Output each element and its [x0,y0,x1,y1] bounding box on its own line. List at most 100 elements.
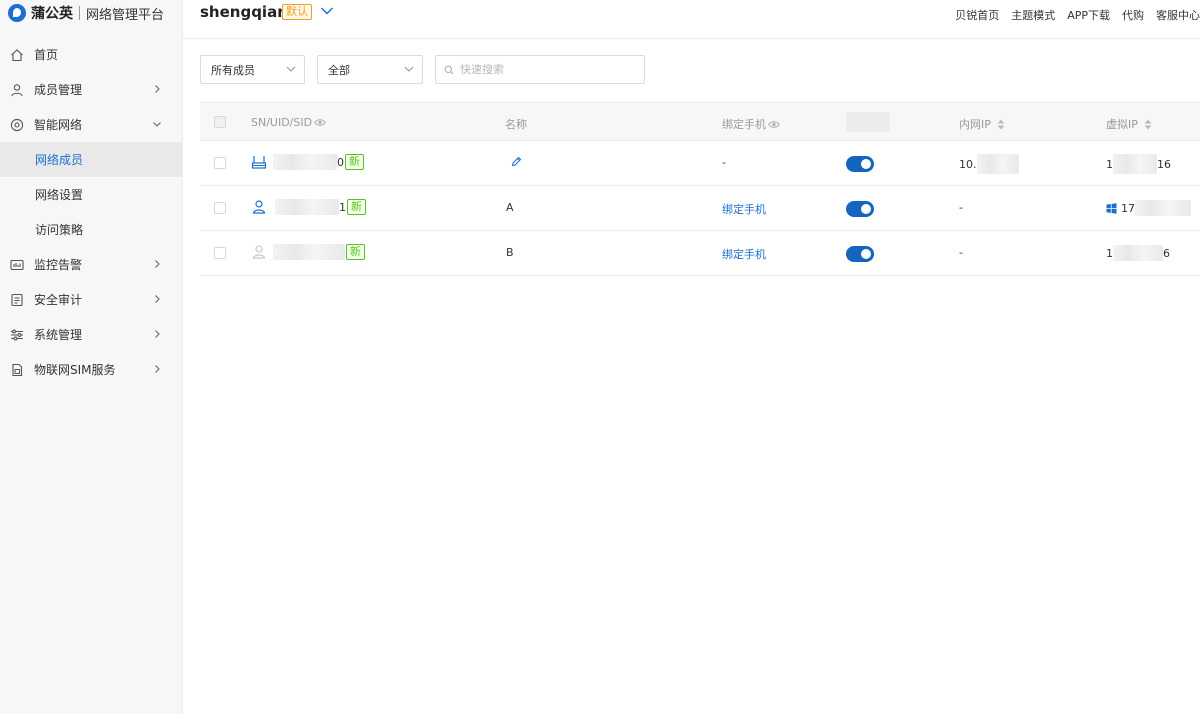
column-header-sn: SN/UID/SID [251,116,326,129]
column-header-label: 内网IP [959,118,991,131]
eye-icon[interactable] [768,120,780,129]
blurred-ip [976,154,1019,174]
sidebar-item-iot-sim[interactable]: 物联网SIM服务 [0,352,182,387]
search-input[interactable] [460,63,640,76]
sidebar-item-home[interactable]: 首页 [0,37,182,72]
chevron-right-icon [155,295,160,303]
cell-phone: - [722,156,726,169]
column-header-phone: 绑定手机 [722,116,780,132]
sidebar: 蒲公英 网络管理平台 首页 成员管理 智能网络 网络成员 网络设置 访问策略 监… [0,0,183,714]
chevron-right-icon [155,365,160,373]
select-all-checkbox[interactable] [214,116,226,128]
user-icon [10,83,24,97]
row-checkbox[interactable] [214,202,226,214]
top-header: shengqian 默认 贝锐首页 主题模式 APP下载 代购 客服中心 [183,0,1200,39]
link-purchase[interactable]: 代购 [1122,7,1144,23]
table-row[interactable]: 新 B 绑定手机 - 1 6 [200,231,1200,276]
eye-icon[interactable] [314,118,326,127]
sim-icon [10,363,24,377]
column-header-virtual-ip[interactable]: 虚拟IP [1106,116,1152,132]
sidebar-item-network-members[interactable]: 网络成员 [0,142,182,177]
sidebar-item-member-management[interactable]: 成员管理 [0,72,182,107]
cell-phone: 绑定手机 [722,201,766,217]
blurred-sn [275,199,339,215]
cell-virtual-ip: 1 6 [1106,245,1170,261]
virtual-ip-prefix: 1 [1106,246,1113,260]
virtual-ip-prefix: 17 [1121,201,1135,215]
link-service-center[interactable]: 客服中心 [1156,7,1200,23]
sidebar-item-system-management[interactable]: 系统管理 [0,317,182,352]
chevron-right-icon [155,260,160,268]
network-name[interactable]: shengqian [200,3,288,21]
search-box [435,55,645,84]
link-oray-home[interactable]: 贝锐首页 [955,7,999,23]
user-offline-icon [252,245,266,259]
blurred-header [846,112,890,132]
virtual-ip-suffix: 16 [1157,157,1171,171]
row-checkbox[interactable] [214,247,226,259]
bind-phone-link[interactable]: 绑定手机 [722,246,766,262]
sort-icon[interactable] [997,119,1005,130]
sn-tail: 0 [337,155,344,169]
member-enable-toggle[interactable] [846,201,874,217]
bind-phone-link[interactable]: 绑定手机 [722,201,766,217]
brand-name: 蒲公英 [31,6,73,22]
monitor-icon [10,258,24,272]
column-header-label: 名称 [505,118,527,131]
edit-pencil-icon[interactable] [511,156,522,167]
column-header-lan-ip[interactable]: 内网IP [959,116,1005,132]
sidebar-item-label: 网络设置 [35,188,84,202]
member-enable-toggle[interactable] [846,156,874,172]
table-row[interactable]: 1 新 A 绑定手机 - 17 [200,186,1200,231]
table-row[interactable]: 0 新 - 10. 1 16 [200,141,1200,186]
lan-ip-value: - [959,246,963,259]
sidebar-item-smart-network[interactable]: 智能网络 [0,107,182,142]
chevron-down-icon [153,122,161,127]
sidebar-item-network-settings[interactable]: 网络设置 [0,177,182,212]
sidebar-item-access-policy[interactable]: 访问策略 [0,212,182,247]
cell-name [511,156,522,167]
brand-subtitle: 网络管理平台 [86,7,165,23]
member-filter-value: 所有成员 [211,63,255,77]
network-switch-chevron-icon[interactable] [320,6,334,16]
chevron-right-icon [155,85,160,93]
blurred-ip [1113,245,1163,261]
brand[interactable]: 蒲公英 网络管理平台 [0,0,182,26]
sidebar-item-label: 首页 [34,48,59,62]
blurred-ip [1135,200,1191,216]
chevron-right-icon [155,330,160,338]
brand-divider [79,6,80,20]
router-icon [251,156,267,169]
sidebar-item-monitoring[interactable]: 监控告警 [0,247,182,282]
search-icon [444,65,454,74]
cell-sn: 0 新 [251,154,364,170]
cell-virtual-ip: 1 16 [1106,154,1171,174]
column-header-label: 绑定手机 [722,118,766,131]
member-filter-select[interactable]: 所有成员 [200,55,305,84]
column-header-label: 虚拟IP [1106,118,1138,131]
sidebar-item-label: 物联网SIM服务 [34,363,116,377]
sidebar-item-security-audit[interactable]: 安全审计 [0,282,182,317]
cell-lan-ip: 10. [959,154,1019,174]
user-icon [252,200,266,214]
status-filter-select[interactable]: 全部 [317,55,423,84]
members-table: SN/UID/SID 名称 绑定手机 内网IP 虚拟IP 0 新 - 10. 1… [200,102,1200,276]
audit-icon [10,293,24,307]
link-app-download[interactable]: APP下载 [1067,7,1110,23]
lan-ip-value: 10. [959,157,977,171]
cell-sn: 新 [251,244,365,260]
sort-icon[interactable] [1144,119,1152,130]
cell-name: B [506,246,514,259]
sidebar-item-label: 系统管理 [34,328,83,342]
settings-icon [10,328,24,342]
windows-icon [1106,202,1117,214]
link-theme-mode[interactable]: 主题模式 [1011,7,1055,23]
chevron-down-icon [286,66,296,72]
column-header-status [846,112,890,132]
default-badge: 默认 [282,4,312,20]
cell-virtual-ip: 17 [1106,200,1191,216]
name-value: A [506,201,514,214]
new-badge: 新 [346,244,365,260]
row-checkbox[interactable] [214,157,226,169]
member-enable-toggle[interactable] [846,246,874,262]
